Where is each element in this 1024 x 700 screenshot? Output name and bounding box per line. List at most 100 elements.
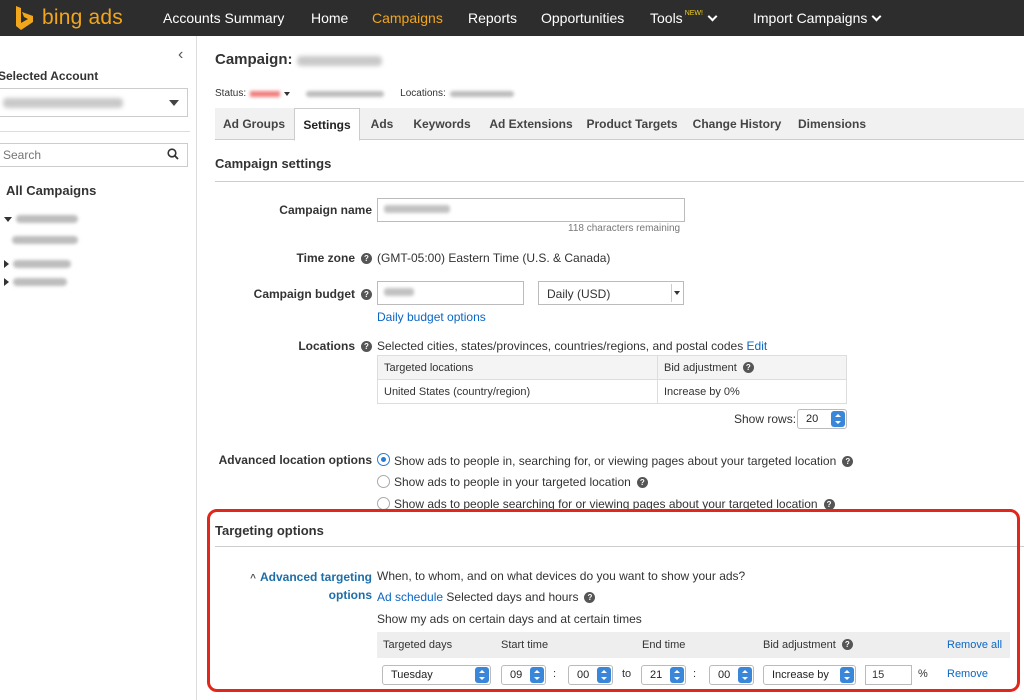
tab-product-targets[interactable]: Product Targets [582, 108, 682, 140]
selected-account-label: Selected Account [0, 69, 99, 83]
collapse-sidebar-icon[interactable]: ‹ [178, 46, 183, 64]
chevron-down-icon[interactable] [284, 91, 291, 96]
dropdown-arrow-icon [169, 100, 179, 106]
help-icon[interactable]: ? [361, 253, 372, 264]
tab-ad-groups[interactable]: Ad Groups [215, 108, 293, 140]
help-icon[interactable]: ? [742, 361, 754, 373]
radio-location-option-2[interactable] [377, 475, 390, 488]
campaign-name-redacted [384, 205, 450, 213]
tab-dimensions[interactable]: Dimensions [791, 108, 873, 140]
tree-item[interactable] [12, 236, 78, 244]
show-rows-label: Show rows: [734, 412, 797, 426]
bing-logo-icon [16, 6, 33, 30]
campaign-budget-label-text: Campaign budget [253, 287, 355, 301]
expand-right-icon[interactable] [4, 260, 9, 268]
spinner-icon [831, 411, 845, 427]
locations-label: Locations? [298, 339, 372, 353]
nav-campaigns[interactable]: Campaigns [372, 10, 443, 26]
help-icon[interactable]: ? [636, 477, 648, 488]
locations-label: Locations: [400, 88, 446, 99]
chevron-down-icon [871, 11, 882, 22]
location-option-1-text: Show ads to people in, searching for, or… [394, 454, 837, 468]
show-rows-select[interactable]: 20 [797, 409, 847, 429]
search-input[interactable] [3, 148, 153, 162]
tab-change-history[interactable]: Change History [685, 108, 789, 140]
radio-location-option-1[interactable] [377, 453, 390, 466]
campaign-name-label: Campaign name [279, 203, 372, 217]
location-option-2: Show ads to people in your targeted loca… [394, 475, 648, 489]
nav-opportunities[interactable]: Opportunities [541, 10, 624, 26]
location-option-1: Show ads to people in, searching for, or… [394, 454, 854, 468]
tab-keywords[interactable]: Keywords [404, 108, 480, 140]
campaign-name-redacted [13, 260, 71, 268]
status-label: Status: [215, 88, 247, 99]
table-header-row: Targeted locations Bid adjustment? [377, 355, 847, 380]
time-zone-value: (GMT-05:00) Eastern Time (U.S. & Canada) [377, 251, 611, 265]
location-cell: United States (country/region) [377, 379, 658, 404]
budget-type-value: Daily (USD) [547, 287, 611, 301]
help-icon[interactable]: ? [361, 289, 372, 300]
targeting-highlight-box [207, 509, 1020, 692]
campaign-search [0, 143, 188, 167]
locations-redacted [449, 90, 514, 97]
all-campaigns-link[interactable]: All Campaigns [6, 183, 96, 198]
campaign-budget-label: Campaign budget? [254, 287, 372, 301]
col-bid-adjustment-text: Bid adjustment [664, 361, 737, 374]
col-targeted-locations: Targeted locations [377, 355, 658, 380]
tab-ads[interactable]: Ads [362, 108, 402, 140]
new-badge: NEW! [684, 10, 703, 17]
time-zone-label-text: Time zone [296, 251, 355, 265]
search-icon[interactable] [167, 148, 179, 160]
budget-redacted [384, 288, 414, 296]
nav-home[interactable]: Home [311, 10, 348, 26]
help-icon[interactable]: ? [842, 456, 854, 467]
nav-import-label: Import Campaigns [753, 10, 868, 26]
nav-tools[interactable]: Tools NEW! [650, 10, 718, 26]
section-divider [215, 181, 1024, 182]
brand-name: bing ads [42, 6, 123, 29]
tree-item[interactable] [4, 215, 78, 223]
tree-item[interactable] [4, 278, 67, 286]
status-value-redacted[interactable] [250, 90, 281, 97]
dropdown-button[interactable] [671, 284, 681, 302]
daily-budget-options-link[interactable]: Daily budget options [377, 310, 486, 324]
budget-amount-field[interactable] [377, 281, 524, 305]
account-select[interactable] [0, 88, 188, 117]
expand-right-icon[interactable] [4, 278, 9, 286]
bid-cell: Increase by 0% [657, 379, 847, 404]
tab-ad-extensions[interactable]: Ad Extensions [482, 108, 580, 140]
locations-table: Targeted locations Bid adjustment? Unite… [377, 355, 847, 404]
campaign-tabs: Ad Groups Settings Ads Keywords Ad Exten… [215, 108, 1024, 141]
time-zone-label: Time zone? [297, 251, 372, 265]
advanced-location-label: Advanced location options [218, 453, 372, 467]
col-bid-adjustment: Bid adjustment? [657, 355, 847, 380]
campaign-name-redacted [13, 278, 67, 286]
tab-settings[interactable]: Settings [294, 108, 360, 141]
nav-import-campaigns[interactable]: Import Campaigns [753, 10, 882, 26]
campaign-name-redacted [297, 56, 382, 66]
show-rows-value: 20 [806, 413, 819, 425]
info-redacted [306, 90, 385, 97]
top-navigation-bar: bing ads Accounts Summary Home Campaigns… [0, 0, 1024, 36]
campaign-settings-heading: Campaign settings [215, 156, 332, 171]
campaign-name-field[interactable] [377, 198, 685, 222]
locations-label-text: Locations [298, 339, 355, 353]
campaign-status-row: Status: Locations: [215, 88, 514, 99]
sidebar-divider [0, 131, 190, 132]
chars-remaining: 118 characters remaining [568, 223, 681, 234]
campaign-name-redacted [16, 215, 78, 223]
dropdown-arrow-icon [674, 291, 680, 295]
bing-ads-logo[interactable]: bing ads [14, 5, 123, 31]
help-icon[interactable]: ? [361, 341, 372, 352]
adgroup-name-redacted [12, 236, 78, 244]
expand-down-icon[interactable] [4, 216, 12, 222]
budget-type-select[interactable]: Daily (USD) [538, 281, 684, 305]
locations-edit-link[interactable]: Edit [747, 339, 768, 353]
locations-desc-text: Selected cities, states/provinces, count… [377, 339, 744, 353]
nav-reports[interactable]: Reports [468, 10, 517, 26]
locations-description: Selected cities, states/provinces, count… [377, 339, 767, 353]
nav-accounts-summary[interactable]: Accounts Summary [163, 10, 284, 26]
table-row: United States (country/region) Increase … [377, 379, 847, 404]
chevron-down-icon [707, 11, 718, 22]
tree-item[interactable] [4, 260, 71, 268]
